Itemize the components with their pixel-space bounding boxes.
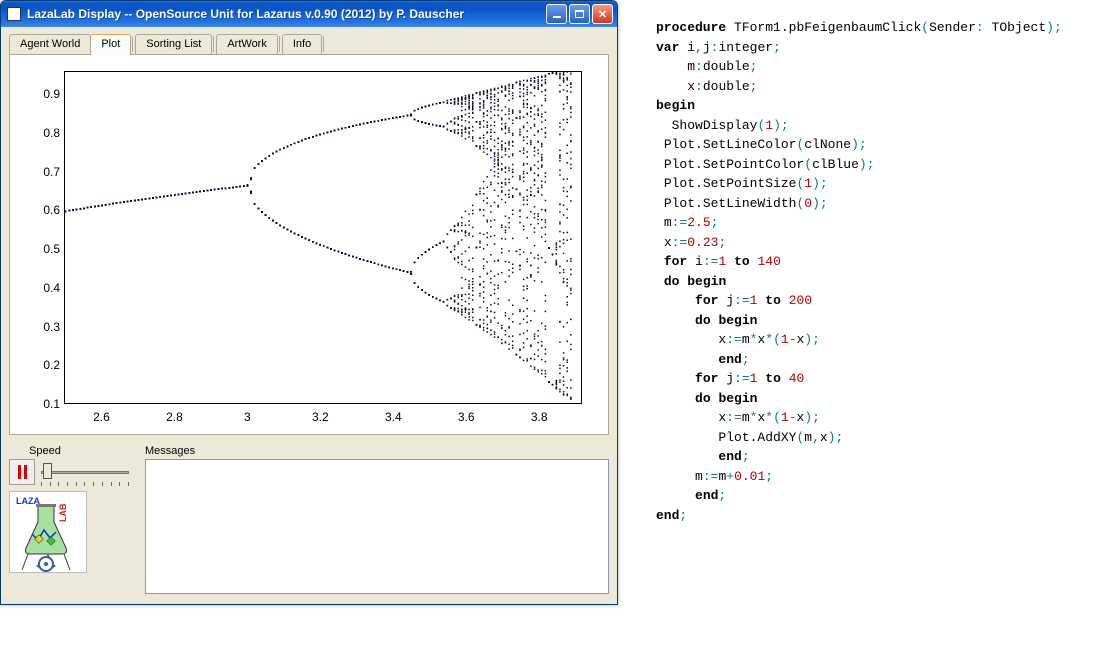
x-tick: 3.2	[312, 410, 329, 424]
x-tick: 3.6	[458, 410, 475, 424]
y-tick: 0.1	[22, 397, 60, 411]
y-tick: 0.3	[22, 320, 60, 334]
code-listing: procedure TForm1.pbFeigenbaumClick(Sende…	[626, 0, 1100, 655]
speed-label: Speed	[29, 445, 139, 457]
title-bar[interactable]: LazaLab Display -- OpenSource Unit for L…	[1, 1, 617, 27]
messages-label: Messages	[145, 445, 609, 457]
y-tick: 0.9	[22, 87, 60, 101]
feigenbaum-chart[interactable]	[64, 71, 582, 404]
speed-slider[interactable]	[41, 461, 129, 483]
y-tick: 0.7	[22, 165, 60, 179]
y-tick: 0.4	[22, 281, 60, 295]
close-button[interactable]: ✕	[592, 4, 613, 24]
lazalab-window: LazaLab Display -- OpenSource Unit for L…	[0, 0, 618, 605]
minimize-button[interactable]	[546, 4, 567, 24]
tab-agent-world[interactable]: Agent World	[9, 34, 91, 54]
tab-info[interactable]: Info	[282, 34, 322, 54]
app-icon	[7, 7, 21, 21]
maximize-button[interactable]	[569, 4, 590, 24]
x-tick: 3	[244, 410, 251, 424]
x-tick: 3.8	[531, 410, 548, 424]
y-tick: 0.6	[22, 203, 60, 217]
window-title: LazaLab Display -- OpenSource Unit for L…	[27, 7, 546, 21]
x-tick: 2.6	[93, 410, 110, 424]
pause-button[interactable]	[9, 459, 35, 485]
plot-panel: 0.1 0.2 0.3 0.4 0.5 0.6 0.7 0.8 0.9 2.6 2.8 3 3.2 3.…	[9, 55, 609, 435]
messages-textarea[interactable]	[145, 459, 609, 594]
tab-strip: Agent World Plot Sorting List ArtWork In…	[9, 33, 609, 55]
slider-thumb[interactable]	[43, 463, 52, 479]
y-tick: 0.2	[22, 358, 60, 372]
y-tick: 0.5	[22, 242, 60, 256]
tab-sorting-list[interactable]: Sorting List	[135, 34, 212, 54]
lazalab-logo: LAZA LAB	[9, 491, 87, 573]
y-tick: 0.8	[22, 126, 60, 140]
x-tick: 3.4	[385, 410, 402, 424]
x-tick: 2.8	[166, 410, 183, 424]
tab-plot[interactable]: Plot	[90, 34, 131, 55]
tab-artwork[interactable]: ArtWork	[216, 34, 278, 54]
